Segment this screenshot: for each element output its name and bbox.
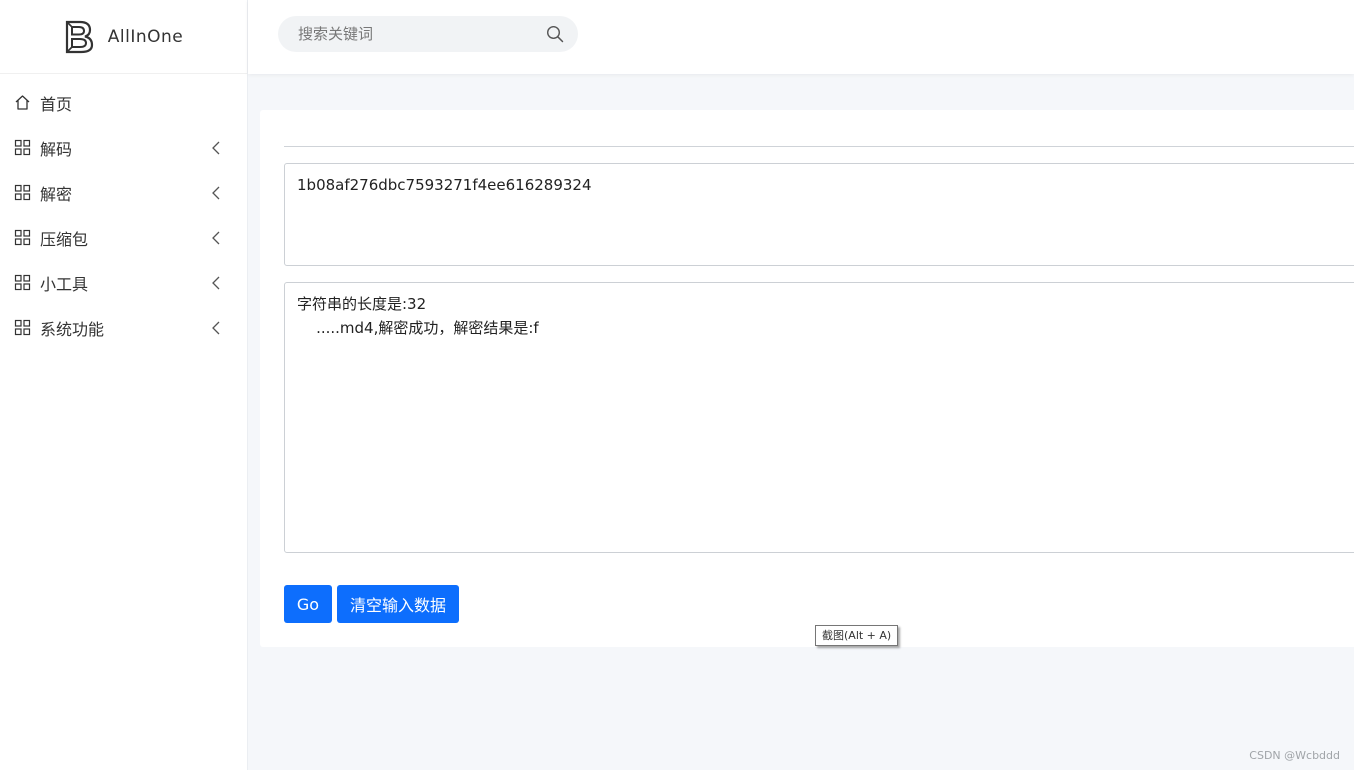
grid-icon [14, 139, 31, 156]
search-input[interactable] [296, 24, 546, 44]
sidebar-item-home[interactable]: 首页 [0, 80, 247, 125]
search-box [278, 16, 578, 52]
sidebar-item-label: 首页 [40, 94, 73, 114]
sidebar-item-label: 解码 [40, 139, 73, 159]
topbar [248, 0, 1354, 74]
watermark: CSDN @Wcbddd [1249, 749, 1340, 762]
sidebar-menu: 首页 解码 解密 压缩包 小工具 系统功能 [0, 74, 247, 350]
grid-icon [14, 184, 31, 201]
main-card: 1b08af276dbc7593271f4ee616289324 字符串的长度是… [260, 110, 1354, 647]
search-icon[interactable] [546, 25, 564, 43]
brand-name: AllInOne [107, 26, 184, 47]
hash-input-value: 1b08af276dbc7593271f4ee616289324 [297, 176, 592, 194]
grid-icon [14, 274, 31, 291]
sidebar-item-system[interactable]: 系统功能 [0, 305, 247, 350]
sidebar: AllInOne 首页 解码 解密 压缩包 小工具 系统功能 [0, 0, 248, 770]
sidebar-item-label: 解密 [40, 184, 73, 204]
sidebar-item-archive[interactable]: 压缩包 [0, 215, 247, 260]
clear-input-button[interactable]: 清空输入数据 [337, 585, 459, 623]
result-line-length: 字符串的长度是:32 [297, 295, 427, 313]
sidebar-item-decode[interactable]: 解码 [0, 125, 247, 170]
chevron-left-icon [212, 321, 220, 334]
screenshot-tooltip: 截图(Alt + A) [815, 625, 899, 646]
sidebar-item-label: 系统功能 [40, 319, 105, 339]
chevron-left-icon [212, 186, 220, 199]
chevron-left-icon [212, 141, 220, 154]
hash-input-textarea[interactable]: 1b08af276dbc7593271f4ee616289324 [284, 163, 1354, 266]
sidebar-item-tools[interactable]: 小工具 [0, 260, 247, 305]
b-logo-icon [65, 20, 93, 53]
chevron-left-icon [212, 276, 220, 289]
result-line-decrypt: .....md4,解密成功，解密结果是:f [297, 319, 539, 337]
chevron-left-icon [212, 231, 220, 244]
home-icon [15, 95, 30, 110]
go-button[interactable]: Go [284, 585, 332, 623]
brand[interactable]: AllInOne [0, 0, 247, 74]
grid-icon [14, 319, 31, 336]
grid-icon [14, 229, 31, 246]
sidebar-item-decrypt[interactable]: 解密 [0, 170, 247, 215]
result-output-textarea[interactable]: 字符串的长度是:32 .....md4,解密成功，解密结果是:f [284, 282, 1354, 553]
sidebar-item-label: 小工具 [40, 274, 89, 294]
sidebar-item-label: 压缩包 [40, 229, 89, 249]
divider [284, 146, 1354, 147]
